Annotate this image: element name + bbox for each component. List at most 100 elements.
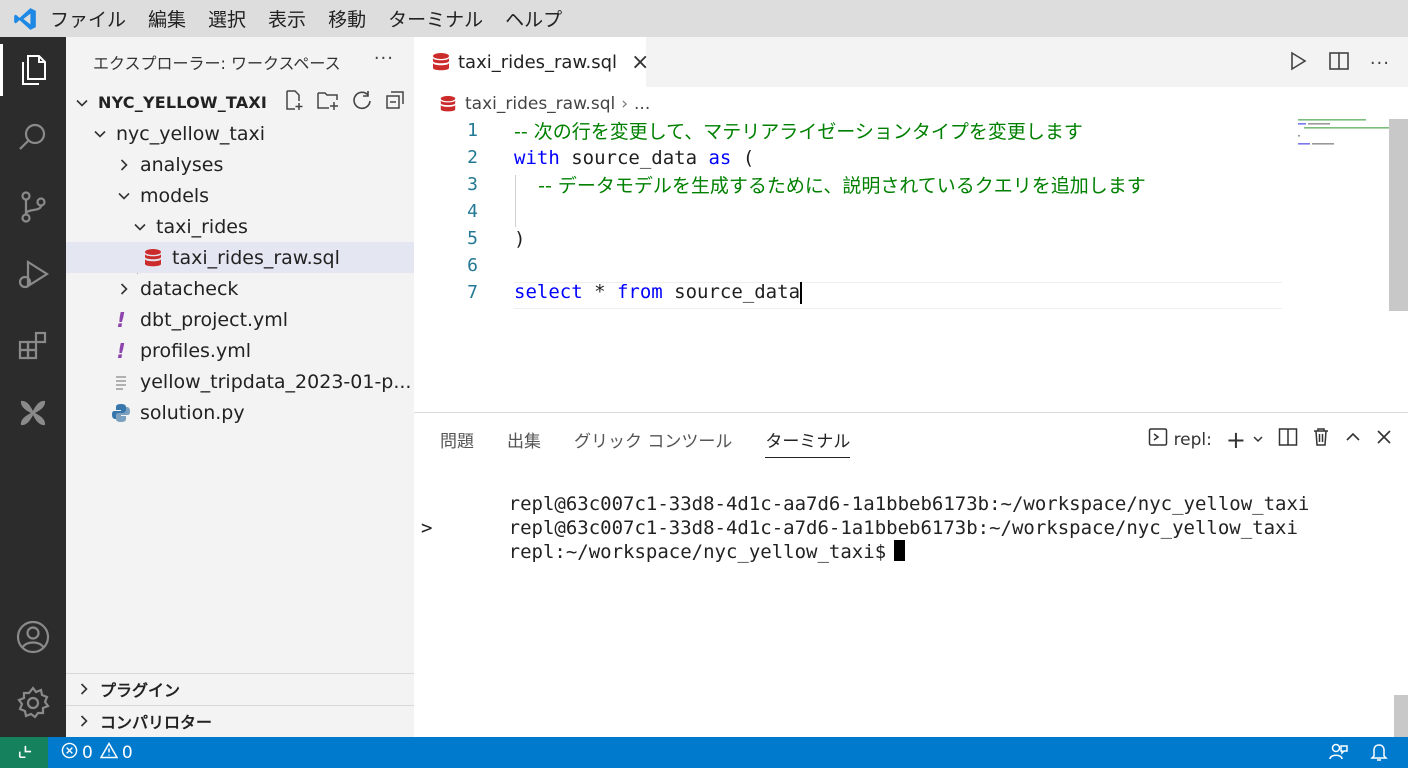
code-line[interactable]: 3 -- データモデルを生成するために、説明されているクエリを追加します (414, 171, 1289, 198)
python-icon (110, 403, 132, 423)
editor-tab-taxi_rides_raw-sql[interactable]: taxi_rides_raw.sql × (414, 37, 649, 87)
add-terminal-icon[interactable]: + (1226, 428, 1246, 452)
tab-label: taxi_rides_raw.sql (458, 51, 618, 73)
breadcrumb: taxi_rides_raw.sql › ... (438, 92, 650, 116)
menu-help[interactable]: ヘルプ (505, 5, 562, 32)
close-panel-icon[interactable] (1376, 429, 1392, 450)
menu-edit[interactable]: 編集 (148, 5, 186, 32)
code-token: source_data (559, 146, 709, 169)
code-line[interactable]: 7 select * from source_data (414, 279, 1289, 306)
chevron-down-icon (132, 219, 148, 235)
scrollbar-thumb[interactable] (1389, 119, 1408, 311)
extensions-icon[interactable] (0, 315, 66, 375)
split-terminal-icon[interactable] (1278, 427, 1298, 452)
tree-label: dbt_project.yml (140, 308, 289, 331)
code-line[interactable]: 6 (414, 252, 1289, 279)
close-icon[interactable]: × (631, 50, 649, 75)
code-token: from (616, 281, 663, 304)
tree-file-solution-py[interactable]: solution.py (66, 397, 414, 428)
section-plugins[interactable]: プラグイン (66, 673, 414, 704)
warning-count: 0 (121, 742, 133, 763)
minimap[interactable] (1292, 117, 1392, 157)
tab-terminal[interactable]: ターミナル (765, 427, 851, 458)
tab-debug-console[interactable]: グリック コンツール (574, 427, 732, 458)
chevron-right-icon (116, 157, 132, 173)
code-token: select (514, 281, 583, 304)
maximize-panel-icon[interactable] (1344, 428, 1362, 451)
run-icon[interactable] (1288, 50, 1308, 76)
remote-indicator[interactable] (0, 737, 48, 768)
bottom-panel: 問題 出集 グリック コンツール ターミナル repl: + repl@63c0… (414, 412, 1408, 737)
breadcrumb-symbol[interactable]: ... (634, 94, 650, 114)
terminal-output[interactable]: repl@63c007c1-33d8-4d1c-aa7d6-1a1bbeb617… (421, 471, 1309, 563)
text-cursor (800, 281, 803, 304)
chevron-right-icon (116, 281, 132, 297)
account-icon[interactable] (0, 607, 66, 667)
code-line[interactable]: 1 -- 次の行を変更して、マテリアライゼーションタイプを変更します (414, 117, 1289, 144)
source-control-icon[interactable] (0, 177, 66, 237)
new-file-icon[interactable] (283, 89, 305, 116)
database-icon (142, 248, 164, 268)
menu-terminal[interactable]: ターミナル (388, 5, 483, 32)
tab-problems[interactable]: 問題 (440, 427, 474, 458)
menu-view[interactable]: 表示 (268, 5, 306, 32)
more-actions-icon[interactable]: ··· (374, 48, 394, 69)
editor-actions: ··· (1288, 50, 1390, 76)
feedback-icon[interactable] (1328, 742, 1348, 767)
dbt-icon[interactable] (0, 383, 66, 443)
tree-file-taxi_rides_raw-sql[interactable]: taxi_rides_raw.sql (66, 242, 414, 273)
settings-gear-icon[interactable] (0, 673, 66, 733)
run-debug-icon[interactable] (0, 245, 66, 305)
notifications-bell-icon[interactable] (1370, 742, 1388, 767)
chevron-down-icon (92, 126, 108, 142)
split-editor-icon[interactable] (1328, 50, 1350, 76)
vscode-logo-icon (0, 0, 50, 37)
code-token: ( (731, 146, 755, 169)
code-token: -- 次の行を変更して、マテリアライゼーションタイプを変更します (514, 121, 1083, 143)
line-content: -- データモデルを生成するために、説明されているクエリを追加します (514, 171, 1146, 198)
tree-folder-datacheck[interactable]: datacheck (66, 273, 414, 304)
line-number: 3 (467, 174, 478, 195)
code-line[interactable]: 5) (414, 225, 1289, 252)
tree-file-dbt_project-yml[interactable]: ! dbt_project.yml (66, 304, 414, 335)
tab-output[interactable]: 出集 (507, 427, 541, 458)
tree-file-profiles-yml[interactable]: ! profiles.yml (66, 335, 414, 366)
code-token: source_data (662, 281, 801, 304)
collapse-all-icon[interactable] (384, 89, 406, 116)
trash-icon[interactable] (1312, 427, 1330, 452)
editor-scrollbar[interactable] (1389, 117, 1408, 407)
new-folder-icon[interactable] (316, 89, 340, 116)
section-label: コンパリロター (100, 713, 213, 732)
menu-selection[interactable]: 選択 (208, 5, 246, 32)
tree-label: datacheck (140, 277, 239, 300)
refresh-icon[interactable] (351, 89, 373, 116)
panel-scrollbar-thumb[interactable] (1394, 695, 1408, 737)
more-actions-icon[interactable]: ··· (1370, 53, 1390, 74)
workspace-root[interactable]: NYC_YELLOW_TAXI (66, 87, 414, 118)
panel-actions: repl: + (1148, 427, 1392, 452)
code-line[interactable]: 4 (414, 198, 1289, 225)
chevron-down-icon[interactable] (1252, 430, 1264, 450)
panel-tabs: 問題 出集 グリック コンツール ターミナル (440, 427, 851, 458)
tree-folder-analyses[interactable]: analyses (66, 149, 414, 180)
code-line[interactable]: 2 with source_data as ( (414, 144, 1289, 171)
files-icon[interactable] (0, 40, 66, 100)
section-compiler[interactable]: コンパリロター (66, 705, 414, 736)
menu-file[interactable]: ファイル (50, 5, 126, 32)
terminal-name[interactable]: repl: (1174, 430, 1212, 450)
breadcrumb-file[interactable]: taxi_rides_raw.sql (465, 94, 615, 114)
terminal-icon (1148, 427, 1168, 452)
terminal-line-prefix: > (421, 516, 433, 539)
tree-folder-models[interactable]: models (66, 180, 414, 211)
line-number: 1 (467, 120, 478, 141)
tree-folder-taxi_rides[interactable]: taxi_rides (66, 211, 414, 242)
terminal-cursor (894, 540, 906, 561)
tree-file-yellow_tripdata[interactable]: yellow_tripdata_2023-01-p... (66, 366, 414, 397)
tree-folder-nyc_yellow_taxi[interactable]: nyc_yellow_taxi (66, 118, 414, 149)
search-icon[interactable] (0, 107, 66, 167)
problems-status[interactable]: 0 0 (61, 741, 133, 764)
menu-go[interactable]: 移動 (328, 5, 366, 32)
code-token: * (582, 281, 617, 304)
line-number: 2 (467, 147, 478, 168)
line-content: ) (514, 228, 525, 250)
